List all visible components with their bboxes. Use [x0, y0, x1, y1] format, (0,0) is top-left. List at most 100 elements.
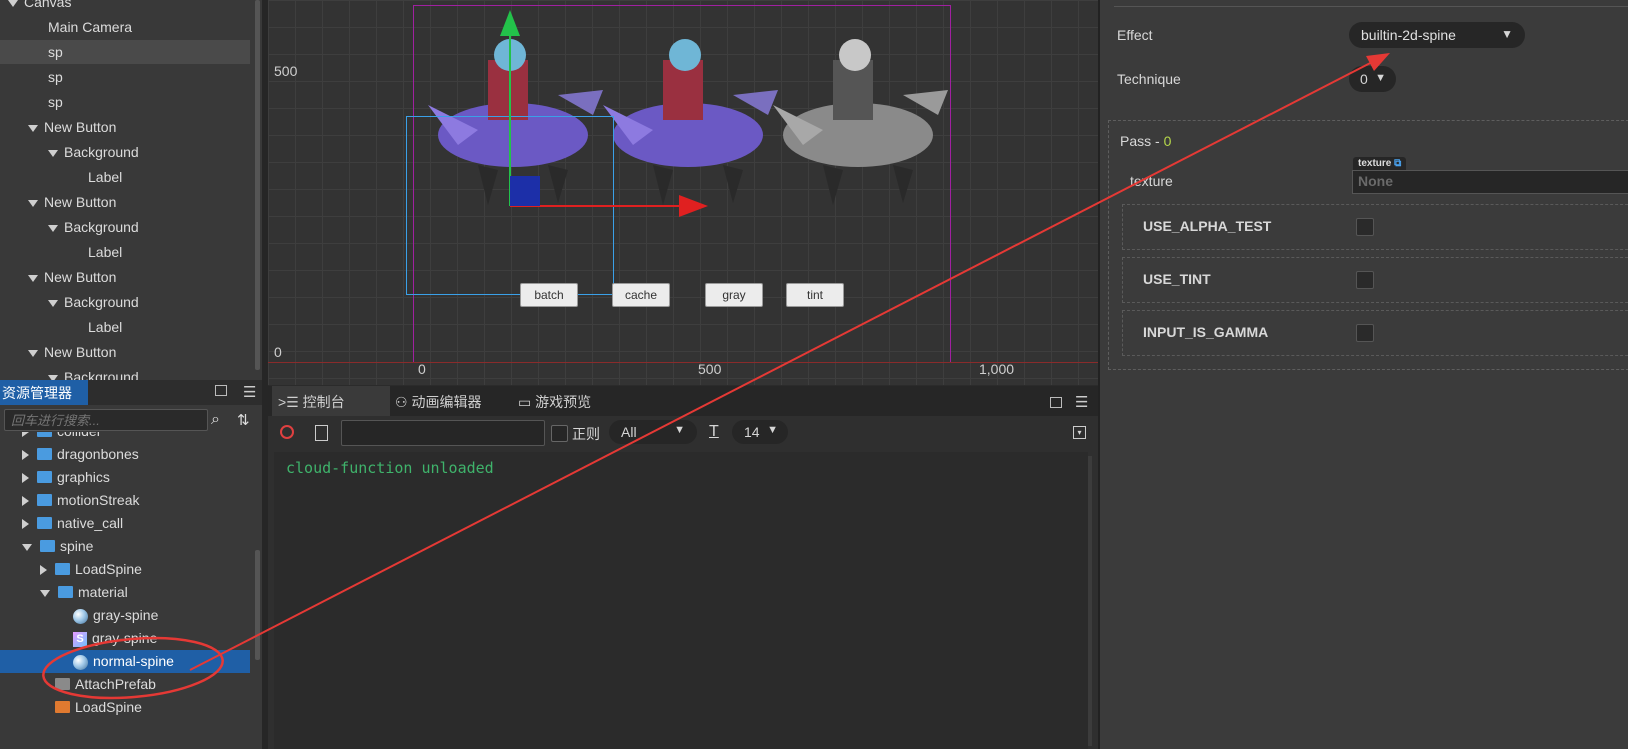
asset-item[interactable]: LoadSpine	[0, 696, 250, 719]
hierarchy-node[interactable]: New Button	[0, 265, 250, 289]
level-select[interactable]: All ▼	[609, 420, 697, 444]
tab-console[interactable]: >☰ 控制台	[272, 386, 390, 416]
hierarchy-node[interactable]: Background	[0, 215, 250, 239]
use-tint-checkbox[interactable]	[1356, 271, 1374, 289]
asset-item[interactable]: gray-spine	[0, 604, 250, 627]
asset-item[interactable]: collider	[0, 432, 250, 443]
hierarchy-node[interactable]: sp	[0, 40, 250, 64]
input-is-gamma-checkbox[interactable]	[1356, 324, 1374, 342]
collapse-icon[interactable]: ▾	[1073, 426, 1086, 439]
x-label-500: 500	[698, 361, 722, 377]
chevron-right-icon[interactable]	[22, 519, 29, 530]
hierarchy-node[interactable]: Label	[0, 315, 250, 339]
asset-item[interactable]: Sgray-spine	[0, 627, 250, 650]
hierarchy-panel: Canvas Main Camera sp sp sp New Button Backgro…	[0, 0, 262, 385]
pass-label: Pass - 0	[1120, 133, 1171, 149]
asset-item[interactable]: material	[0, 581, 250, 604]
clear-icon[interactable]	[280, 425, 294, 439]
hierarchy-node[interactable]: Main Camera	[0, 15, 250, 39]
asset-item-label: gray-spine	[92, 630, 158, 646]
folder-icon	[37, 517, 52, 530]
hierarchy-node[interactable]: New Button	[0, 190, 250, 214]
assets-popout-icon[interactable]	[215, 385, 227, 396]
asset-item[interactable]: spine	[0, 535, 250, 558]
tab-animation-label: 动画编辑器	[411, 394, 482, 410]
chevron-down-icon[interactable]	[28, 199, 38, 207]
chevron-down-icon[interactable]	[8, 0, 18, 7]
console-menu-icon[interactable]: ☰	[1075, 393, 1088, 411]
assets-search-input[interactable]	[4, 409, 208, 431]
level-select-value: All	[621, 424, 637, 440]
chevron-right-icon[interactable]	[22, 432, 29, 438]
folder-icon	[40, 540, 55, 553]
font-size-select[interactable]: 14 ▼	[732, 420, 788, 444]
chevron-right-icon[interactable]	[40, 565, 47, 576]
asset-item[interactable]: native_call	[0, 512, 250, 535]
chevron-right-icon[interactable]	[22, 473, 29, 484]
folder-icon	[37, 494, 52, 507]
chevron-down-icon: ▼	[1375, 72, 1386, 84]
batch-button[interactable]: batch	[520, 283, 578, 307]
chevron-right-icon[interactable]	[22, 450, 29, 461]
technique-select[interactable]: 0 ▼	[1349, 66, 1396, 92]
effect-select[interactable]: builtin-2d-spine ▼	[1349, 22, 1525, 48]
sort-icon[interactable]: ⇅	[237, 411, 250, 429]
gray-button[interactable]: gray	[705, 283, 763, 307]
open-log-icon[interactable]	[315, 425, 328, 441]
hierarchy-node-label: sp	[48, 69, 63, 85]
inspector-panel: Effect builtin-2d-spine ▼ Technique 0 ▼ …	[1100, 0, 1628, 749]
use-alpha-test-checkbox[interactable]	[1356, 218, 1374, 236]
use-tint-label: USE_TINT	[1143, 271, 1211, 287]
asset-item[interactable]: LoadSpine	[0, 558, 250, 581]
log-line: cloud-function unloaded	[286, 459, 494, 477]
asset-item[interactable]: AttachPrefab	[0, 673, 250, 696]
chevron-down-icon: ▼	[674, 424, 685, 436]
hierarchy-node[interactable]: New Button	[0, 115, 250, 139]
hierarchy-node-label: New Button	[44, 269, 117, 285]
scene-view[interactable]: 500 0 0 500 1,000 batch cache gray tint	[268, 0, 1098, 385]
console-log-area: cloud-function unloaded	[274, 452, 1088, 749]
chevron-right-icon[interactable]	[22, 496, 29, 507]
tab-game-preview[interactable]: ▭ 游戏预览	[518, 386, 628, 416]
chevron-down-icon[interactable]	[28, 349, 38, 357]
cache-button[interactable]: cache	[612, 283, 670, 307]
texture-field-value: None	[1358, 173, 1393, 189]
hierarchy-node[interactable]: Label	[0, 165, 250, 189]
chevron-down-icon[interactable]	[28, 124, 38, 132]
material-icon	[73, 608, 88, 624]
tint-button[interactable]: tint	[786, 283, 844, 307]
asset-item[interactable]: dragonbones	[0, 443, 250, 466]
asset-item[interactable]: normal-spine	[0, 650, 250, 673]
hierarchy-node[interactable]: Background	[0, 140, 250, 164]
assets-scrollbar[interactable]	[255, 550, 260, 660]
search-icon[interactable]: ⌕	[211, 411, 220, 429]
chevron-down-icon[interactable]	[48, 224, 58, 232]
chevron-down-icon[interactable]	[22, 543, 32, 551]
texture-field[interactable]: None	[1352, 170, 1628, 194]
regex-checkbox[interactable]	[551, 425, 568, 442]
hierarchy-node-label: Background	[64, 219, 139, 235]
tab-animation-editor[interactable]: ⚇ 动画编辑器	[395, 386, 515, 416]
asset-item[interactable]: graphics	[0, 466, 250, 489]
chevron-down-icon[interactable]	[40, 589, 50, 597]
chevron-down-icon[interactable]	[28, 274, 38, 282]
hierarchy-scrollbar[interactable]	[255, 0, 260, 370]
console-filter-input[interactable]	[341, 420, 545, 446]
hierarchy-node-label: Canvas	[24, 0, 72, 10]
hierarchy-node[interactable]: Canvas	[0, 0, 250, 14]
move-gizmo[interactable]	[493, 8, 713, 223]
texture-tag: texture ⧉	[1353, 157, 1407, 170]
assets-menu-icon[interactable]: ☰	[243, 383, 256, 401]
console-scrollbar[interactable]	[1088, 456, 1092, 746]
chevron-down-icon[interactable]	[48, 299, 58, 307]
asset-item[interactable]: motionStreak	[0, 489, 250, 512]
hierarchy-node[interactable]: sp	[0, 65, 250, 89]
hierarchy-node[interactable]: New Button	[0, 340, 250, 364]
chevron-down-icon[interactable]	[48, 149, 58, 157]
chevron-down-icon: ▼	[1501, 27, 1513, 41]
y-label-0: 0	[274, 344, 282, 360]
hierarchy-node[interactable]: Label	[0, 240, 250, 264]
console-popout-icon[interactable]	[1050, 397, 1062, 408]
hierarchy-node[interactable]: Background	[0, 290, 250, 314]
hierarchy-node[interactable]: sp	[0, 90, 250, 114]
